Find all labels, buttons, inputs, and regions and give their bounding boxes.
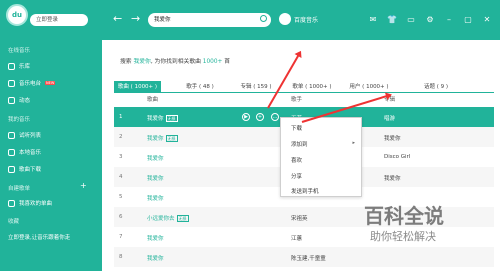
brand-label: 百度音乐	[294, 17, 319, 24]
heart-icon	[8, 199, 15, 207]
minimize-icon[interactable]: –	[443, 14, 455, 26]
search-icon[interactable]	[260, 15, 267, 22]
sidebar: 在线音乐 乐库 音乐电台 NEW 动态 我的音乐 试听列表 本地音乐 歌曲下载 自…	[0, 40, 102, 271]
search-summary: 搜索 我爱你, 为你找到相关歌曲 1000+ 首	[120, 59, 231, 65]
context-menu: 下载 添加到 ▸ 喜欢 分享 发送到手机	[280, 117, 362, 197]
watermark-subtitle: 助你轻松解决	[370, 230, 436, 243]
artist-name[interactable]: 江蕙	[291, 234, 302, 242]
message-icon[interactable]: ▭	[405, 14, 417, 26]
column-header-song: 歌曲	[147, 97, 159, 103]
song-title[interactable]: 我爱你	[147, 194, 164, 202]
result-tabs: 歌曲 ( 1000+ ) 歌手 ( 48 ) 专辑 ( 159 ) 歌单 ( 1…	[114, 81, 494, 93]
back-arrow-icon[interactable]: ←	[113, 13, 122, 25]
song-title[interactable]: 小远爱你去 无损	[147, 214, 189, 222]
song-title[interactable]: 我爱你	[147, 254, 164, 262]
app-logo: du	[6, 4, 28, 26]
music-library-icon	[8, 62, 15, 70]
menu-item-share[interactable]: 分享	[291, 172, 302, 180]
restore-icon[interactable]: ▢	[462, 14, 474, 26]
brand-logo-icon	[279, 13, 291, 25]
login-button[interactable]: 立即登录	[30, 14, 88, 26]
lossless-tag: 无损	[165, 135, 178, 142]
menu-item-add-to[interactable]: 添加到 ▸	[291, 140, 359, 148]
tab-topics[interactable]: 话题 ( 9 )	[414, 81, 458, 93]
song-title[interactable]: 我爱你	[147, 234, 164, 242]
more-icon[interactable]: …	[271, 113, 279, 121]
album-name[interactable]: 我爱你	[384, 174, 401, 182]
search-input[interactable]: 我爱你	[148, 13, 271, 27]
sidebar-item-download[interactable]: 歌曲下载	[8, 165, 41, 173]
menu-item-download[interactable]: 下载	[291, 124, 302, 132]
sidebar-item-feed[interactable]: 动态	[8, 96, 30, 104]
forward-arrow-icon[interactable]: →	[131, 13, 140, 25]
watermark: 百科全说 助你轻松解决	[340, 200, 490, 260]
watermark-title: 百科全说	[364, 204, 444, 228]
song-title[interactable]: 我爱你	[147, 174, 164, 182]
column-header-artist: 歌手	[291, 97, 303, 103]
top-bar: du 立即登录 ← → 我爱你 百度音乐 ✉ 👕 ▭ ⚙ – ▢ ✕	[0, 0, 500, 40]
download-icon	[8, 165, 15, 173]
sidebar-item-local[interactable]: 本地音乐	[8, 148, 41, 156]
album-name[interactable]: Disco Girl	[384, 154, 410, 160]
sidebar-head-playlists: 自建歌单	[8, 186, 31, 192]
radio-icon	[8, 79, 15, 87]
album-name[interactable]: 唱游	[384, 114, 395, 122]
sidebar-item-liked[interactable]: 我喜欢的单曲	[8, 199, 52, 207]
list-icon	[8, 131, 15, 139]
artist-name[interactable]: 宋祖英	[291, 214, 308, 222]
sidebar-head-my: 我的音乐	[8, 117, 31, 123]
sidebar-head-online: 在线音乐	[8, 48, 31, 54]
song-title[interactable]: 我爱你 无损	[147, 114, 178, 122]
menu-item-like[interactable]: 喜欢	[291, 156, 302, 164]
computer-icon	[8, 148, 15, 156]
sidebar-item-trial[interactable]: 试听列表	[8, 131, 41, 139]
tab-albums[interactable]: 专辑 ( 159 )	[232, 81, 280, 93]
lossless-tag: 无损	[176, 215, 189, 222]
submenu-arrow-icon: ▸	[352, 140, 355, 146]
song-title[interactable]: 我爱你 无损	[147, 134, 178, 142]
sidebar-item-library[interactable]: 乐库	[8, 62, 30, 70]
menu-item-send-to-phone[interactable]: 发送到手机	[291, 187, 319, 195]
close-icon[interactable]: ✕	[481, 14, 493, 26]
add-icon[interactable]: +	[256, 113, 264, 121]
play-icon[interactable]: ▶	[242, 113, 250, 121]
mail-icon[interactable]: ✉	[367, 14, 379, 26]
settings-icon[interactable]: ⚙	[424, 14, 436, 26]
shirt-icon[interactable]: 👕	[386, 14, 398, 26]
sidebar-item-radio[interactable]: 音乐电台 NEW	[8, 79, 56, 87]
feed-icon	[8, 96, 15, 104]
tab-artists[interactable]: 歌手 ( 48 )	[176, 81, 224, 93]
sidebar-login-prompt[interactable]: 立即登录,让音乐跟着你走	[8, 233, 70, 241]
song-title[interactable]: 我爱你	[147, 154, 164, 162]
lossless-tag: 无损	[165, 115, 178, 122]
new-badge: NEW	[45, 81, 56, 85]
artist-name[interactable]: 陈玉建,千童童	[291, 254, 326, 262]
add-playlist-icon[interactable]: +	[80, 181, 87, 190]
album-name[interactable]: 我爱你	[384, 134, 401, 142]
tab-playlists[interactable]: 歌单 ( 1000+ )	[284, 81, 340, 93]
sidebar-head-favorites: 收藏	[8, 219, 20, 225]
tab-songs[interactable]: 歌曲 ( 1000+ )	[114, 81, 161, 93]
